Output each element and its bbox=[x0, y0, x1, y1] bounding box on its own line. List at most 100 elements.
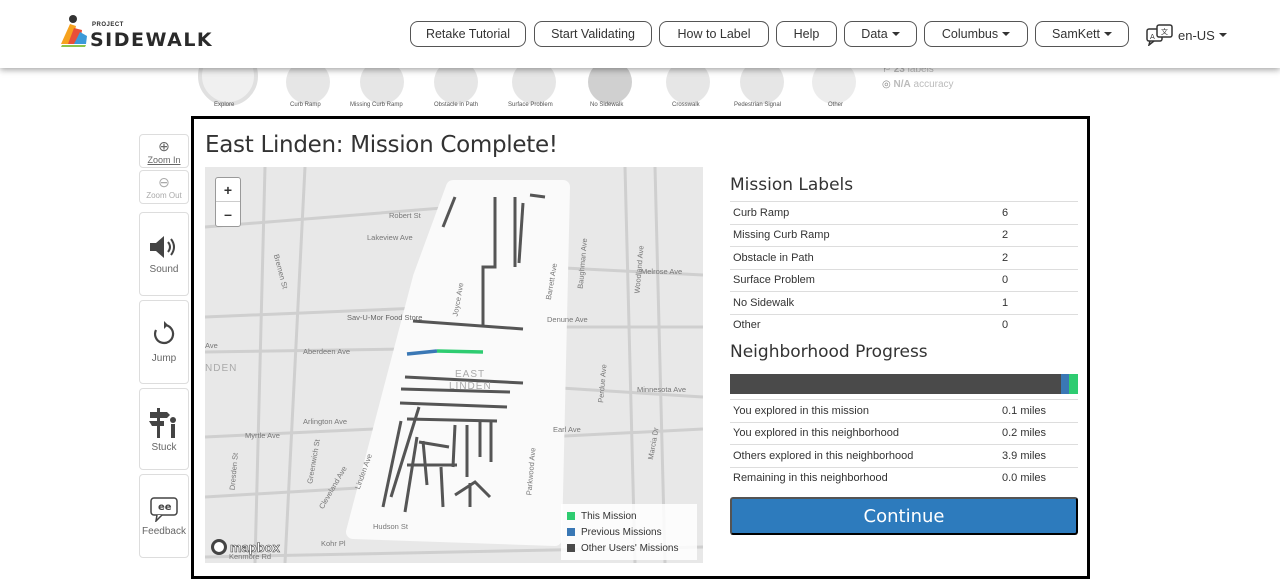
accuracy-value: N/A bbox=[893, 79, 911, 90]
help-button[interactable]: Help bbox=[776, 21, 837, 47]
logo-sidewalk-text: SIDEWALK bbox=[90, 29, 214, 51]
legend-other-users: Other Users' Missions bbox=[567, 540, 691, 556]
progress-stat-value: 0.1 miles bbox=[1002, 404, 1047, 417]
start-validating-button[interactable]: Start Validating bbox=[534, 21, 652, 47]
city-dropdown-label: Columbus bbox=[941, 27, 999, 41]
neighborhood-progress-heading: Neighborhood Progress bbox=[730, 342, 928, 362]
stuck-label: Stuck bbox=[151, 441, 177, 453]
map-label-linden: LINDEN bbox=[449, 381, 492, 392]
table-row: Obstacle in Path 2 bbox=[730, 246, 1078, 269]
progress-stat-name: Others explored in this neighborhood bbox=[733, 449, 914, 462]
progress-this-mission bbox=[1069, 374, 1078, 394]
zoom-in-label: Zoom In bbox=[147, 154, 181, 165]
retake-tutorial-button[interactable]: Retake Tutorial bbox=[410, 21, 526, 47]
mission-summary-panel: Mission Labels Curb Ramp 6 Missing Curb R… bbox=[730, 175, 1078, 489]
svg-text:ee: ee bbox=[158, 502, 172, 513]
mapbox-logo-text: mapbox bbox=[230, 539, 280, 555]
legend-previous-missions: Previous Missions bbox=[567, 524, 691, 540]
bg-label-curb-ramp: Curb Ramp bbox=[290, 102, 321, 108]
map-label-aberdeen-ave: Aberdeen Ave bbox=[303, 347, 350, 356]
table-row: No Sidewalk 1 bbox=[730, 291, 1078, 314]
zoom-in-button[interactable]: ⊕ Zoom In bbox=[139, 134, 189, 168]
legend-swatch bbox=[567, 544, 575, 552]
legend-swatch bbox=[567, 528, 575, 536]
feedback-label: Feedback bbox=[142, 525, 186, 537]
map-zoom-out-button[interactable]: – bbox=[216, 202, 240, 226]
label-count: 2 bbox=[1002, 229, 1009, 242]
data-dropdown[interactable]: Data bbox=[844, 21, 917, 47]
table-row: Other 0 bbox=[730, 313, 1078, 337]
label-type-name: Surface Problem bbox=[733, 274, 815, 287]
map-label-earl-ave: Earl Ave bbox=[553, 425, 581, 434]
progress-stat-name: You explored in this mission bbox=[733, 404, 869, 417]
mission-labels-heading: Mission Labels bbox=[730, 175, 854, 195]
label-count: 6 bbox=[1002, 206, 1009, 219]
legend-label: This Mission bbox=[581, 510, 637, 522]
map-label-melrose-ave: Melrose Ave bbox=[641, 267, 683, 276]
chevron-down-icon bbox=[1103, 32, 1112, 36]
map-label-food-store: Sav-U-Mor Food Store bbox=[347, 313, 423, 322]
mapbox-logo[interactable]: mapbox bbox=[211, 539, 280, 555]
signpost-icon bbox=[149, 407, 176, 438]
project-sidewalk-logo[interactable]: PROJECT SIDEWALK bbox=[58, 14, 212, 54]
jump-button[interactable]: Jump bbox=[139, 300, 189, 384]
map-label-lakeview-ave: Lakeview Ave bbox=[367, 233, 413, 242]
label-type-name: No Sidewalk bbox=[733, 296, 795, 309]
zoom-in-icon: ⊕ bbox=[158, 137, 170, 154]
mission-complete-modal: East Linden: Mission Complete! Robert St… bbox=[191, 116, 1090, 579]
zoom-out-button[interactable]: ⊖ Zoom Out bbox=[139, 170, 189, 204]
chevron-down-icon bbox=[1002, 32, 1011, 36]
map-zoom-control: + – bbox=[215, 177, 241, 227]
progress-stat-value: 0.2 miles bbox=[1002, 427, 1047, 440]
sound-button[interactable]: Sound bbox=[139, 212, 189, 296]
chat-bubble-icon: ee bbox=[150, 496, 178, 522]
stuck-button[interactable]: Stuck bbox=[139, 388, 189, 470]
user-dropdown[interactable]: SamKett bbox=[1035, 21, 1129, 47]
progress-stat-value: 0.0 miles bbox=[1002, 472, 1047, 485]
progress-stat-name: Remaining in this neighborhood bbox=[733, 472, 888, 485]
zoom-out-label: Zoom Out bbox=[146, 191, 182, 200]
bg-label-surface-problem: Surface Problem bbox=[508, 102, 553, 108]
how-to-label-button[interactable]: How to Label bbox=[659, 21, 769, 47]
progress-previous-missions bbox=[1060, 374, 1070, 394]
translate-icon: A 文 bbox=[1146, 24, 1173, 46]
map-label-kohr-pl: Kohr Pl bbox=[321, 539, 346, 548]
map-legend: This Mission Previous Missions Other Use… bbox=[561, 504, 697, 560]
sound-label: Sound bbox=[149, 263, 179, 275]
svg-text:A: A bbox=[1150, 33, 1155, 41]
refresh-icon bbox=[153, 320, 175, 344]
bg-label-missing-curb-ramp: Missing Curb Ramp bbox=[350, 102, 403, 108]
svg-text:文: 文 bbox=[1161, 27, 1168, 36]
progress-stat-value: 3.9 miles bbox=[1002, 449, 1047, 462]
continue-button[interactable]: Continue bbox=[730, 497, 1078, 535]
chevron-down-icon bbox=[1218, 33, 1227, 37]
jump-label: Jump bbox=[151, 352, 177, 364]
city-dropdown[interactable]: Columbus bbox=[924, 21, 1028, 47]
speaker-icon bbox=[150, 235, 175, 258]
table-row: You explored in this neighborhood 0.2 mil… bbox=[730, 421, 1078, 445]
table-row: You explored in this mission 0.1 miles bbox=[730, 399, 1078, 422]
map-label-arlington-ave: Arlington Ave bbox=[303, 417, 348, 426]
label-count: 0 bbox=[1002, 319, 1009, 332]
bg-label-other: Other bbox=[828, 102, 844, 108]
mapbox-logo-icon bbox=[211, 539, 227, 555]
legend-label: Other Users' Missions bbox=[581, 542, 679, 554]
label-count: 1 bbox=[1002, 296, 1009, 309]
map-zoom-in-button[interactable]: + bbox=[216, 178, 240, 202]
bg-label-obstacle: Obstacle in Path bbox=[434, 102, 479, 108]
table-row: Remaining in this neighborhood 0.0 miles bbox=[730, 466, 1078, 490]
bg-label-pedestrian-signal: Pedestrian Signal bbox=[734, 102, 782, 108]
bg-label-crosswalk: Crosswalk bbox=[672, 102, 700, 108]
bg-label-no-sidewalk: No Sidewalk bbox=[590, 102, 624, 108]
language-selector[interactable]: A 文 en-US bbox=[1146, 24, 1227, 46]
sidewalk-logo-icon bbox=[61, 15, 87, 47]
label-type-name: Obstacle in Path bbox=[733, 251, 814, 264]
feedback-button[interactable]: ee Feedback bbox=[139, 474, 189, 558]
map-label-myrtle-ave: Myrtle Ave bbox=[245, 431, 280, 440]
zoom-out-icon: ⊖ bbox=[158, 174, 170, 190]
map-label-minnesota-ave: Minnesota Ave bbox=[637, 385, 687, 394]
map-label-denune-ave: Denune Ave bbox=[547, 315, 588, 324]
map-label-east: EAST bbox=[455, 369, 486, 380]
table-row: Missing Curb Ramp 2 bbox=[730, 223, 1078, 247]
mission-map[interactable]: Robert St Lakeview Ave Bremen St Sav-U-M… bbox=[205, 167, 703, 563]
